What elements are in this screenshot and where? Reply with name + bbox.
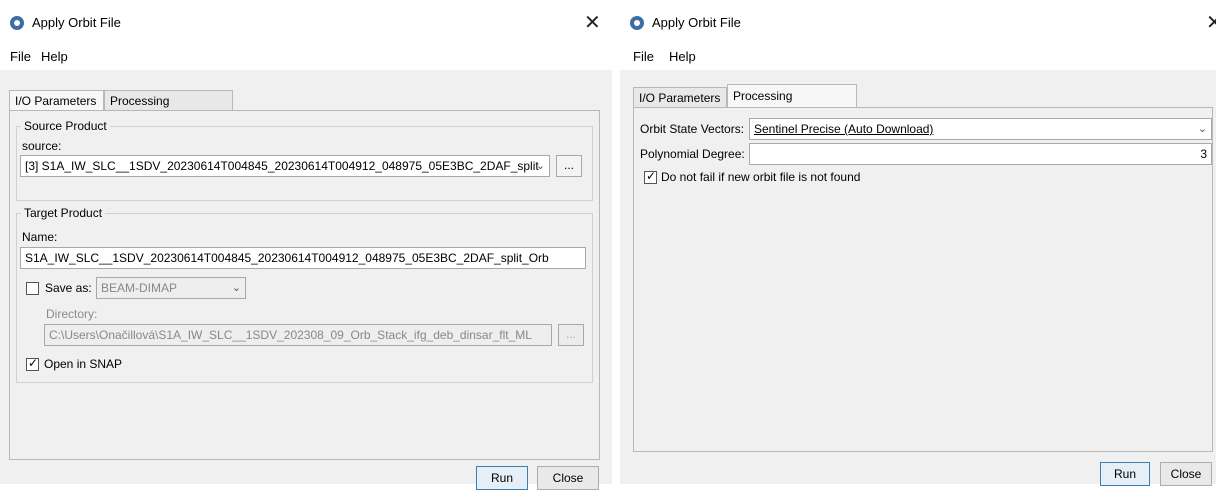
tab-io-parameters[interactable]: I/O Parameters bbox=[633, 87, 727, 107]
menu-help[interactable]: Help bbox=[41, 49, 68, 64]
orbit-state-vectors-value: Sentinel Precise (Auto Download) bbox=[754, 122, 934, 136]
chevron-down-icon: ⌄ bbox=[1197, 123, 1207, 135]
io-parameters-panel: Source Product source: [3] S1A_IW_SLC__1… bbox=[9, 110, 600, 460]
chevron-down-icon: ⌄ bbox=[231, 282, 241, 294]
apply-orbit-file-dialog-processing: Apply Orbit File ✕ File Help I/O Paramet… bbox=[620, 0, 1216, 486]
window-close-icon[interactable]: ✕ bbox=[584, 10, 601, 35]
open-in-snap-label: Open in SNAP bbox=[44, 357, 123, 371]
source-product-title: Source Product bbox=[21, 119, 110, 133]
window-close-icon[interactable]: ✕ bbox=[1206, 10, 1216, 35]
save-format-select[interactable]: BEAM-DIMAP ⌄ bbox=[96, 277, 246, 299]
open-in-snap-checkbox[interactable]: ✓ bbox=[26, 356, 39, 371]
name-label: Name: bbox=[22, 230, 58, 244]
directory-label: Directory: bbox=[46, 307, 98, 321]
do-not-fail-label: Do not fail if new orbit file is not fou… bbox=[661, 170, 861, 184]
processing-parameters-panel: Orbit State Vectors: Sentinel Precise (A… bbox=[633, 107, 1213, 452]
save-as-checkbox[interactable] bbox=[26, 282, 39, 295]
menu-file[interactable]: File bbox=[10, 49, 31, 64]
source-product-value: [3] S1A_IW_SLC__1SDV_20230614T004845_202… bbox=[25, 159, 539, 173]
window-title: Apply Orbit File bbox=[652, 15, 741, 30]
tab-processing-parameters[interactable]: Processing Parameters bbox=[727, 84, 857, 125]
save-format-value: BEAM-DIMAP bbox=[101, 281, 178, 295]
title-bar: Apply Orbit File ✕ bbox=[620, 0, 1216, 44]
run-button[interactable]: Run bbox=[476, 466, 528, 490]
directory-browse-button[interactable]: ... bbox=[558, 324, 584, 346]
target-name-input[interactable]: S1A_IW_SLC__1SDV_20230614T004845_2023061… bbox=[20, 247, 586, 269]
title-bar: Apply Orbit File ✕ bbox=[0, 0, 612, 44]
source-label: source: bbox=[22, 139, 62, 153]
save-as-label: Save as: bbox=[45, 281, 92, 295]
checkmark-icon: ✓ bbox=[646, 169, 657, 183]
do-not-fail-checkbox[interactable]: ✓ bbox=[644, 169, 657, 184]
close-button[interactable]: Close bbox=[537, 466, 599, 490]
tab-processing-parameters[interactable]: Processing Parameters bbox=[104, 90, 233, 128]
tab-io-parameters[interactable]: I/O Parameters bbox=[9, 90, 104, 110]
snap-app-icon bbox=[10, 16, 24, 30]
menu-file[interactable]: File bbox=[633, 49, 654, 64]
chevron-down-icon: ⌄ bbox=[535, 160, 545, 172]
polynomial-degree-input[interactable]: 3 bbox=[749, 143, 1212, 165]
dialog-body: I/O Parameters Processing Parameters Sou… bbox=[0, 70, 612, 490]
target-product-title: Target Product bbox=[21, 206, 106, 220]
run-button[interactable]: Run bbox=[1100, 462, 1150, 486]
dialog-body: I/O Parameters Processing Parameters Orb… bbox=[620, 70, 1216, 486]
menu-bar: File Help bbox=[620, 44, 1216, 70]
close-button[interactable]: Close bbox=[1160, 462, 1212, 486]
orbit-state-vectors-label: Orbit State Vectors: bbox=[640, 122, 745, 136]
source-product-select[interactable]: [3] S1A_IW_SLC__1SDV_20230614T004845_202… bbox=[20, 155, 550, 177]
orbit-state-vectors-select[interactable]: Sentinel Precise (Auto Download) ⌄ bbox=[749, 118, 1212, 140]
window-title: Apply Orbit File bbox=[32, 15, 121, 30]
apply-orbit-file-dialog-io: Apply Orbit File ✕ File Help I/O Paramet… bbox=[0, 0, 612, 490]
source-browse-button[interactable]: ... bbox=[556, 155, 582, 177]
polynomial-degree-label: Polynomial Degree: bbox=[640, 147, 745, 161]
checkmark-icon: ✓ bbox=[28, 356, 39, 370]
directory-input[interactable]: C:\Users\Onačillová\S1A_IW_SLC__1SDV_202… bbox=[44, 324, 552, 346]
menu-bar: File Help bbox=[0, 44, 612, 70]
snap-app-icon bbox=[630, 16, 644, 30]
menu-help[interactable]: Help bbox=[669, 49, 696, 64]
